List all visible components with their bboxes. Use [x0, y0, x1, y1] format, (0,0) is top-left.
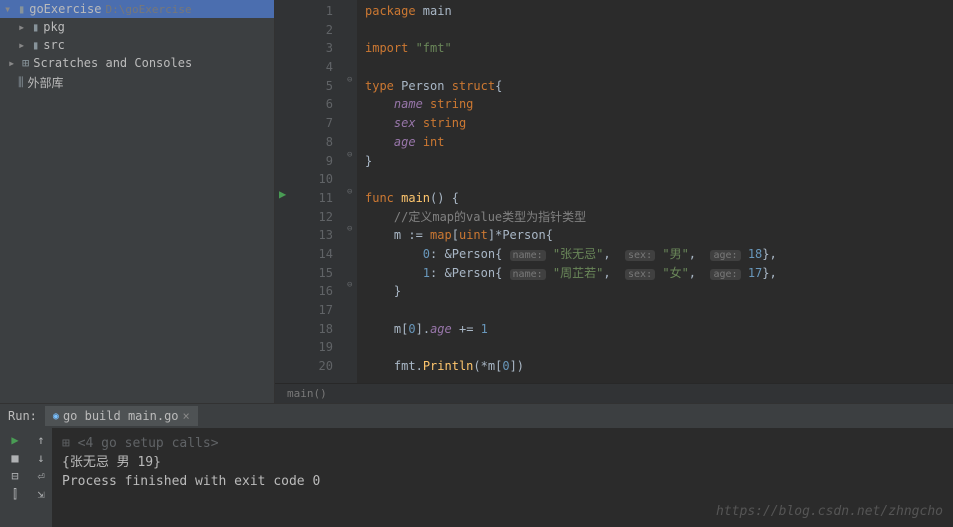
expand-arrow-icon: ▸ [18, 20, 28, 34]
layout-icon[interactable]: ⊟ [7, 468, 23, 484]
tree-item-src[interactable]: ▸ ▮ src [0, 36, 274, 54]
line-number: 1 [303, 2, 333, 21]
project-name-label: goExercise [29, 2, 101, 16]
code-line[interactable]: import "fmt" [365, 39, 945, 58]
tree-item-label: pkg [43, 20, 65, 34]
console-line: Process finished with exit code 0 [62, 472, 943, 491]
folder-icon: ▮ [32, 38, 39, 52]
expand-arrow-icon: ▸ [18, 38, 28, 52]
folder-icon: ▮ [32, 20, 39, 34]
run-header: Run: ◉ go build main.go × [0, 404, 953, 428]
code-line[interactable]: sex string [365, 114, 945, 133]
line-number: 2 [303, 21, 333, 40]
line-number: 12 [303, 208, 333, 227]
tree-item-label: 外部库 [28, 74, 64, 91]
rerun-icon[interactable]: ▶ [7, 432, 23, 448]
code-line[interactable]: type Person struct{ [365, 77, 945, 96]
fold-gutter: ⊖ ⊖ ⊖ ⊖ ⊖ [345, 0, 357, 383]
editor: ▶ 1234567891011121314151617181920 ⊖⊖⊖⊖⊖ … [275, 0, 953, 403]
line-number: 4 [303, 58, 333, 77]
fold-icon[interactable]: ⊖ [347, 150, 352, 160]
scroll-icon[interactable]: ⇲ [33, 486, 49, 502]
code-line[interactable] [365, 21, 945, 40]
line-number: 19 [303, 338, 333, 357]
code-line[interactable]: 0: &Person{ name: "张无忌", sex: "男", age: … [365, 245, 945, 264]
breadcrumb-label: main() [287, 387, 327, 400]
code-line[interactable] [365, 338, 945, 357]
line-number: 17 [303, 301, 333, 320]
stop-icon[interactable]: ■ [7, 450, 23, 466]
code-line[interactable]: m[0].age += 1 [365, 320, 945, 339]
tree-item-label: Scratches and Consoles [33, 56, 192, 70]
line-number: 10 [303, 170, 333, 189]
close-icon[interactable]: × [183, 409, 190, 423]
setup-calls-label: <4 go setup calls> [78, 436, 219, 451]
watermark: https://blog.csdn.net/zhngcho [716, 504, 943, 519]
line-number: 8 [303, 133, 333, 152]
run-gutter: ▶ [275, 0, 295, 383]
code-line[interactable]: func main() { [365, 189, 945, 208]
code-content[interactable]: package main import "fmt" type Person stru… [357, 0, 953, 383]
go-file-icon: ◉ [53, 411, 59, 422]
line-number: 14 [303, 245, 333, 264]
line-number: 5 [303, 77, 333, 96]
code-line[interactable]: name string [365, 95, 945, 114]
breadcrumb[interactable]: main() [275, 383, 953, 403]
run-toolbar-right: ↑ ↓ ⏎ ⇲ [30, 428, 52, 527]
code-line[interactable]: } [365, 282, 945, 301]
code-line[interactable] [365, 170, 945, 189]
fold-expand-icon[interactable]: ⊞ [62, 436, 70, 451]
run-tab[interactable]: ◉ go build main.go × [45, 406, 198, 426]
code-line[interactable]: 1: &Person{ name: "周芷若", sex: "女", age: … [365, 264, 945, 283]
line-number: 11 [303, 189, 333, 208]
down-icon[interactable]: ↓ [33, 450, 49, 466]
fold-icon[interactable]: ⊖ [347, 224, 352, 234]
line-number: 6 [303, 95, 333, 114]
run-line-icon[interactable]: ▶ [279, 187, 286, 201]
code-line[interactable] [365, 58, 945, 77]
code-line[interactable]: m := map[uint]*Person{ [365, 226, 945, 245]
line-number: 16 [303, 282, 333, 301]
line-number: 13 [303, 226, 333, 245]
scratches-icon: ⊞ [22, 56, 29, 70]
fold-icon[interactable]: ⊖ [347, 75, 352, 85]
run-label: Run: [0, 409, 45, 423]
pin-icon[interactable]: ⫿ [7, 486, 23, 502]
console-line: {张无忌 男 19} [62, 453, 943, 472]
code-line[interactable]: age int [365, 133, 945, 152]
code-line[interactable] [365, 301, 945, 320]
expand-arrow-icon: ▾ [4, 2, 14, 16]
line-number: 15 [303, 264, 333, 283]
tree-item-pkg[interactable]: ▸ ▮ pkg [0, 18, 274, 36]
run-tab-label: go build main.go [63, 409, 179, 423]
project-root[interactable]: ▾ ▮ goExercise D:\goExercise [0, 0, 274, 18]
code-line[interactable]: fmt.Println(*m[0]) [365, 357, 945, 376]
wrap-icon[interactable]: ⏎ [33, 468, 49, 484]
code-line[interactable]: } [365, 152, 945, 171]
line-number: 9 [303, 152, 333, 171]
folder-icon: ▮ [18, 2, 25, 16]
project-path-label: D:\goExercise [105, 3, 191, 16]
fold-icon[interactable]: ⊖ [347, 280, 352, 290]
run-toolbar-left: ▶ ■ ⊟ ⫿ [0, 428, 30, 527]
tree-item-external-libs[interactable]: ⫼ 外部库 [0, 72, 274, 93]
fold-icon[interactable]: ⊖ [347, 187, 352, 197]
expand-arrow-icon: ▸ [8, 56, 18, 70]
line-number: 18 [303, 320, 333, 339]
line-number: 3 [303, 39, 333, 58]
line-number: 7 [303, 114, 333, 133]
tree-item-scratches[interactable]: ▸ ⊞ Scratches and Consoles [0, 54, 274, 72]
tree-item-label: src [43, 38, 65, 52]
project-tree[interactable]: ▾ ▮ goExercise D:\goExercise ▸ ▮ pkg ▸ ▮… [0, 0, 275, 403]
line-number: 20 [303, 357, 333, 376]
line-number-gutter: 1234567891011121314151617181920 [295, 0, 345, 383]
libs-icon: ⫼ [18, 75, 24, 90]
code-line[interactable]: package main [365, 2, 945, 21]
up-icon[interactable]: ↑ [33, 432, 49, 448]
code-line[interactable]: //定义map的value类型为指针类型 [365, 208, 945, 227]
